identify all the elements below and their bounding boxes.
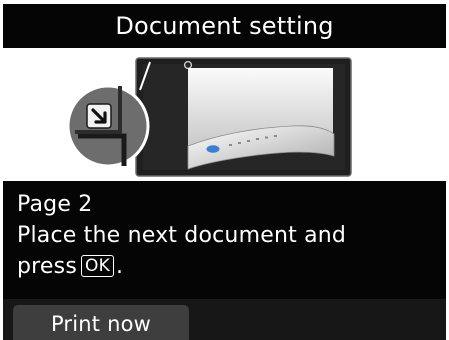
softkey-bar: Print now (3, 299, 446, 340)
page-number-text: Page 2 (17, 192, 93, 217)
document-on-glass-icon (135, 57, 352, 177)
document-placement-illustration (0, 48, 449, 180)
period-text: . (115, 254, 124, 279)
press-text: press (17, 254, 77, 279)
document-corner-alignment-icon (66, 84, 150, 168)
instruction-press-line: press OK. (17, 251, 446, 282)
instruction-line: Place the next document and (17, 223, 347, 248)
printer-lcd-screen: Document setting Page 2 Place the next d… (0, 0, 449, 340)
instruction-message: Page 2 Place the next document and press… (3, 181, 446, 299)
print-now-button[interactable]: Print now (13, 305, 189, 340)
ok-key-icon: OK (81, 255, 114, 277)
screen-title: Document setting (3, 4, 446, 48)
illustration-canvas (66, 57, 352, 177)
